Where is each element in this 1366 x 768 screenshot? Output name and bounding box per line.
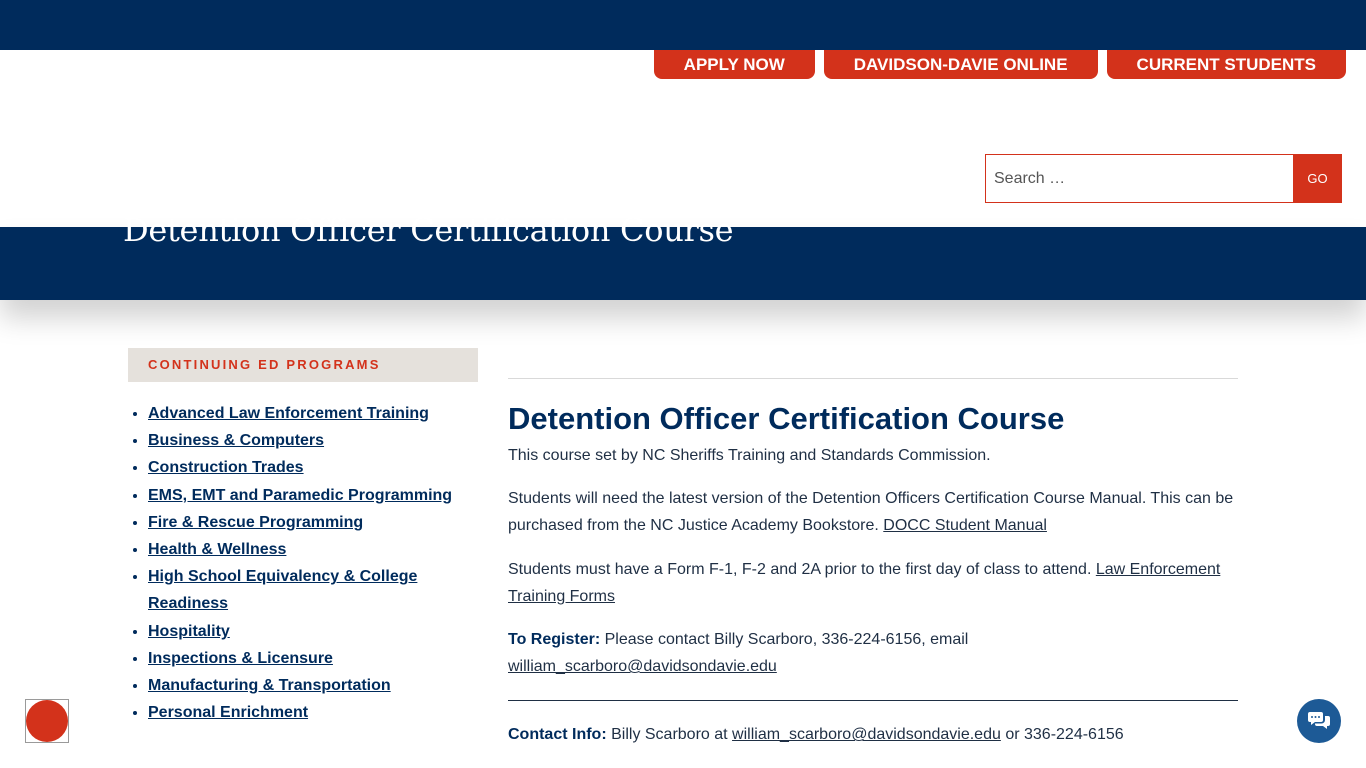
current-students-button[interactable]: CURRENT STUDENTS bbox=[1106, 50, 1346, 79]
chat-button[interactable] bbox=[1297, 699, 1341, 743]
content-divider bbox=[508, 700, 1238, 702]
sidebar-item-manufacturing-transportation[interactable]: Manufacturing & Transportation bbox=[148, 677, 391, 694]
sidebar-item: Advanced Law Enforcement Training bbox=[148, 400, 478, 427]
sidebar-item-high-school-equivalency[interactable]: High School Equivalency & College Readin… bbox=[148, 568, 417, 612]
main-content: Detention Officer Certification Course T… bbox=[508, 378, 1238, 749]
register-paragraph: To Register: Please contact Billy Scarbo… bbox=[508, 626, 1238, 680]
sidebar-heading: CONTINUING ED PROGRAMS bbox=[128, 348, 478, 382]
sidebar-item-construction-trades[interactable]: Construction Trades bbox=[148, 459, 304, 476]
page-banner: Detention Officer Certification Course bbox=[0, 211, 1366, 300]
davidson-davie-online-button[interactable]: DAVIDSON-DAVIE ONLINE bbox=[823, 50, 1098, 79]
docc-manual-link[interactable]: DOCC Student Manual bbox=[883, 517, 1047, 534]
sidebar-item-advanced-law-enforcement[interactable]: Advanced Law Enforcement Training bbox=[148, 405, 429, 422]
page-title: Detention Officer Certification Course bbox=[508, 401, 1065, 436]
accessibility-button[interactable] bbox=[25, 699, 69, 743]
manual-paragraph: Students will need the latest version of… bbox=[508, 485, 1238, 539]
sidebar-item-ems-emt-paramedic[interactable]: EMS, EMT and Paramedic Programming bbox=[148, 487, 452, 504]
contact-text: Billy Scarboro at bbox=[606, 726, 733, 744]
sidebar-item: Health & Wellness bbox=[148, 536, 478, 563]
search-go-button[interactable]: GO bbox=[1293, 154, 1342, 203]
chat-bubbles-icon bbox=[1308, 712, 1330, 729]
forms-text: Students must have a Form F-1, F-2 and 2… bbox=[508, 560, 1096, 578]
register-label: To Register: bbox=[508, 631, 601, 649]
banner-title: Detention Officer Certification Course bbox=[123, 211, 734, 249]
manual-text: Students will need the latest version of… bbox=[508, 490, 1234, 535]
top-divider bbox=[508, 378, 1238, 379]
contact-label: Contact Info: bbox=[508, 726, 607, 744]
sidebar-item-business-computers[interactable]: Business & Computers bbox=[148, 432, 324, 449]
sidebar-item: Manufacturing & Transportation bbox=[148, 672, 478, 699]
forms-paragraph: Students must have a Form F-1, F-2 and 2… bbox=[508, 556, 1238, 610]
sidebar-item: Hospitality bbox=[148, 618, 478, 645]
sidebar-item: EMS, EMT and Paramedic Programming bbox=[148, 482, 478, 509]
contact-phone: or 336-224-6156 bbox=[1000, 726, 1124, 744]
sidebar-item-personal-enrichment[interactable]: Personal Enrichment bbox=[148, 704, 308, 721]
sidebar-item-fire-rescue[interactable]: Fire & Rescue Programming bbox=[148, 514, 363, 531]
sidebar-item-inspections-licensure[interactable]: Inspections & Licensure bbox=[148, 650, 333, 667]
intro-paragraph: This course set by NC Sheriffs Training … bbox=[508, 447, 991, 464]
sidebar-item: Personal Enrichment bbox=[148, 699, 478, 726]
accessibility-icon bbox=[26, 700, 68, 742]
sidebar-item: Business & Computers bbox=[148, 427, 478, 454]
sidebar-item: Fire & Rescue Programming bbox=[148, 509, 478, 536]
search-form: GO bbox=[985, 154, 1342, 203]
top-navy-bar bbox=[0, 0, 1366, 50]
contact-email-link[interactable]: william_scarboro@davidsondavie.edu bbox=[732, 726, 1001, 743]
apply-now-button[interactable]: APPLY NOW bbox=[653, 50, 815, 79]
sidebar-item: Inspections & Licensure bbox=[148, 645, 478, 672]
sidebar-item: Construction Trades bbox=[148, 454, 478, 481]
register-email-link[interactable]: william_scarboro@davidsondavie.edu bbox=[508, 658, 777, 675]
sidebar-item-health-wellness[interactable]: Health & Wellness bbox=[148, 541, 286, 558]
sidebar-item-hospitality[interactable]: Hospitality bbox=[148, 623, 230, 640]
register-text: Please contact Billy Scarboro, 336-224-6… bbox=[600, 631, 969, 649]
search-input[interactable] bbox=[985, 154, 1293, 203]
contact-paragraph: Contact Info: Billy Scarboro at william_… bbox=[508, 721, 1238, 748]
quick-links: APPLY NOW DAVIDSON-DAVIE ONLINE CURRENT … bbox=[653, 50, 1346, 79]
sidebar-list: Advanced Law Enforcement Training Busine… bbox=[128, 400, 478, 726]
sidebar: CONTINUING ED PROGRAMS Advanced Law Enfo… bbox=[128, 348, 478, 726]
sidebar-item: High School Equivalency & College Readin… bbox=[148, 563, 478, 617]
